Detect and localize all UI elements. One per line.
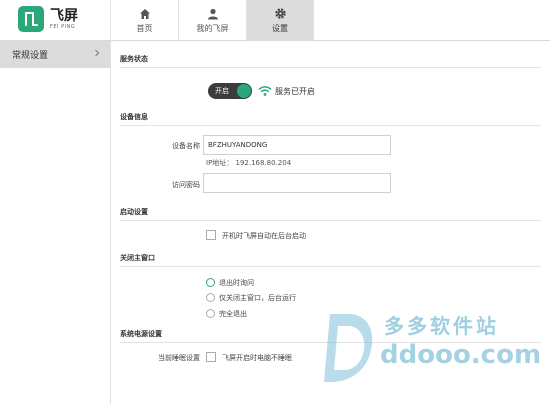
device-name-input[interactable]: BFZHUYANDONG: [203, 135, 391, 155]
wifi-icon: [258, 86, 272, 96]
section-title-power: 系统电源设置: [120, 330, 162, 338]
logo-subtitle: FEI PING: [50, 23, 76, 30]
section-title-device: 设备信息: [120, 113, 148, 121]
divider: [120, 266, 541, 267]
logo-mark-icon: [18, 6, 44, 32]
tab-home[interactable]: 首页: [110, 0, 178, 41]
no-sleep-label: 飞屏开启时电脑不睡眠: [222, 354, 292, 362]
device-name-label: 设备名称: [172, 142, 200, 150]
radio-minimize-to-background[interactable]: [206, 293, 215, 302]
watermark-text-cn: 多多软件站: [384, 314, 499, 338]
section-title-close-main: 关闭主窗口: [120, 254, 155, 262]
chevron-right-icon: [95, 49, 100, 57]
sidebar-item-general-settings[interactable]: 常规设置: [0, 41, 110, 68]
toggle-knob: [237, 84, 251, 98]
section-title-startup: 启动设置: [120, 208, 148, 216]
watermark-logo-icon: [324, 314, 373, 382]
logo-title: 飞屏: [50, 7, 78, 24]
toggle-label: 开启: [215, 87, 229, 95]
password-input[interactable]: [203, 173, 391, 193]
sidebar-item-label: 常规设置: [12, 51, 49, 61]
tab-settings-label: 设置: [272, 24, 288, 33]
top-nav-bar: 飞屏 FEI PING 首页 我的飞屏 设置: [0, 0, 550, 41]
tab-home-label: 首页: [136, 23, 153, 33]
tab-settings[interactable]: 设置: [246, 0, 314, 41]
service-toggle[interactable]: 开启: [208, 83, 252, 99]
radio-minimize-label: 仅关闭主窗口，后台运行: [219, 294, 296, 302]
sidebar: 常规设置: [0, 41, 111, 404]
home-icon: [139, 8, 150, 19]
sleep-setting-label: 当前睡眠设置: [158, 354, 200, 362]
section-title-service: 服务状态: [120, 55, 148, 63]
ip-address-text: IP地址： 192.168.80.204: [206, 159, 292, 167]
gear-icon: [274, 8, 286, 19]
autostart-checkbox[interactable]: [206, 230, 216, 240]
radio-exit-completely-label: 完全退出: [219, 310, 247, 318]
watermark: 多多软件站 ddooo.com: [318, 296, 550, 404]
radio-ask-on-exit-label: 退出时询问: [219, 279, 254, 287]
tab-my-feiping-label: 我的飞屏: [196, 23, 229, 33]
divider: [120, 220, 541, 221]
user-icon: [207, 8, 218, 19]
radio-exit-completely[interactable]: [206, 309, 215, 318]
tab-my-feiping[interactable]: 我的飞屏: [178, 0, 246, 41]
divider: [120, 125, 541, 126]
autostart-label: 开机时飞屏自动在后台启动: [222, 232, 306, 240]
radio-ask-on-exit[interactable]: [206, 278, 215, 287]
no-sleep-checkbox[interactable]: [206, 352, 216, 362]
service-status-text: 服务已开启: [275, 87, 315, 96]
watermark-text-en: ddooo.com: [380, 340, 542, 370]
password-label: 访问密码: [172, 181, 200, 189]
divider: [120, 67, 541, 68]
app-logo: 飞屏 FEI PING: [18, 6, 78, 32]
